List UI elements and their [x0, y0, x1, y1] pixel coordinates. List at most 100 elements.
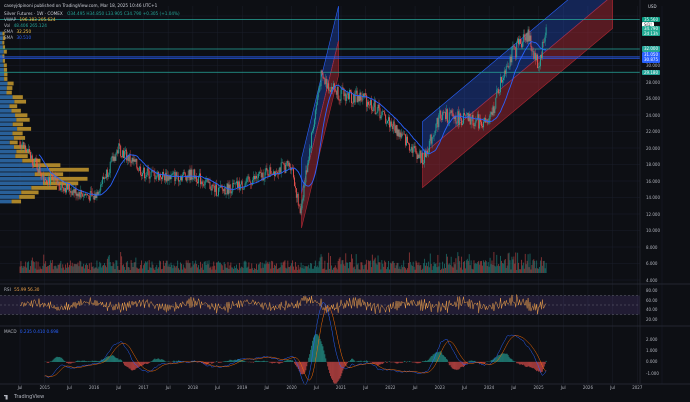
- volume-bar: [242, 268, 244, 273]
- macd-histogram-bar: [250, 361, 252, 363]
- candle-body: [95, 193, 97, 198]
- volume-bar: [215, 269, 217, 273]
- volume-bar: [307, 266, 309, 273]
- currency-label[interactable]: USD: [648, 4, 657, 9]
- macd-histogram-bar: [158, 358, 160, 363]
- candle-body: [213, 185, 215, 187]
- volume-bar: [466, 258, 468, 273]
- volume-bar: [110, 266, 112, 273]
- candle-body: [57, 181, 59, 184]
- macd-histogram-bar: [134, 361, 136, 370]
- candle-body: [120, 145, 122, 157]
- macd-histogram-bar: [143, 361, 144, 365]
- volume-bar: [245, 261, 247, 273]
- macd-histogram-bar: [320, 341, 322, 363]
- volume-bar: [29, 266, 31, 273]
- volume-bar: [400, 269, 402, 273]
- volume-bar: [131, 262, 133, 273]
- volume-bar: [55, 266, 57, 273]
- volume-bar: [480, 261, 482, 273]
- candle-body: [29, 151, 31, 159]
- candle-body: [339, 99, 341, 101]
- volume-bar: [145, 262, 147, 273]
- volume-bar: [529, 253, 531, 273]
- volume-bar: [370, 267, 372, 273]
- candle-body: [405, 134, 407, 146]
- volume-bar: [210, 266, 212, 273]
- candle-body: [83, 195, 85, 197]
- macd-histogram-bar: [176, 360, 178, 363]
- volume-bar: [362, 265, 364, 273]
- volume-bar: [226, 267, 228, 273]
- volume-bar: [65, 264, 67, 273]
- tradingview-watermark[interactable]: TradingView: [4, 394, 44, 400]
- chart-canvas[interactable]: [0, 0, 690, 402]
- candle-body: [217, 195, 218, 196]
- volume-bar: [95, 267, 97, 273]
- volume-bar: [290, 265, 292, 273]
- candle-body: [97, 191, 99, 195]
- volume-bar: [239, 268, 241, 273]
- volume-bar: [447, 264, 449, 273]
- macd-histogram-bar: [129, 361, 131, 369]
- macd-histogram-bar: [79, 360, 81, 363]
- candle-body: [383, 110, 385, 112]
- volume-bar: [156, 264, 158, 273]
- rsi-legend[interactable]: RSI 55.99 56.30: [4, 287, 39, 293]
- volume-bar: [31, 257, 33, 273]
- candle-body: [376, 111, 378, 114]
- volume-bar: [389, 262, 391, 273]
- volume-bar: [324, 260, 326, 273]
- candle-body: [247, 176, 249, 178]
- profile-bar-sell: [14, 99, 27, 104]
- macd-label: MACD: [4, 329, 17, 334]
- tradingview-chart[interactable]: { "window": { "title_text": "caseyjdpino…: [0, 0, 690, 402]
- candle-body: [421, 152, 423, 163]
- volume-bar: [490, 264, 492, 273]
- candle-body: [135, 158, 137, 162]
- candle-body: [400, 132, 402, 138]
- volume-bar: [232, 267, 234, 273]
- candle-body: [303, 185, 305, 198]
- macd-histogram-bar: [322, 346, 324, 363]
- price-tick: 4.000: [646, 277, 658, 283]
- volume-bar: [80, 261, 82, 273]
- macd-histogram-bar: [509, 358, 511, 363]
- macd-histogram-bar: [468, 360, 470, 363]
- macd-histogram-bar: [77, 360, 79, 363]
- macd-histogram-bar: [360, 360, 362, 363]
- volume-bar: [39, 266, 41, 273]
- volume-bar: [322, 269, 324, 273]
- candle-body: [348, 93, 350, 100]
- macd-histogram-bar: [210, 361, 212, 363]
- volume-bar: [22, 267, 24, 273]
- macd-histogram-bar: [535, 361, 537, 371]
- candle-body: [315, 104, 317, 111]
- macd-histogram-bar: [501, 353, 503, 363]
- legend-sma-2[interactable]: SMA 30.510: [4, 35, 31, 41]
- macd-histogram-bar: [75, 361, 77, 363]
- macd-histogram-bar: [304, 361, 306, 373]
- volume-bar: [350, 254, 352, 273]
- macd-histogram-bar: [331, 361, 332, 379]
- macd-histogram-bar: [253, 361, 255, 363]
- candle-body: [201, 181, 203, 185]
- volume-bar: [161, 269, 162, 273]
- macd-histogram-bar: [216, 361, 218, 363]
- macd-histogram-bar: [280, 361, 282, 363]
- profile-bar-buy: [0, 58, 3, 63]
- macd-histogram-bar: [420, 361, 422, 363]
- macd-legend[interactable]: MACD 0.235 0.410 0.698: [4, 329, 59, 335]
- volume-bar: [200, 267, 202, 273]
- volume-bar: [32, 261, 34, 273]
- profile-bar-sell: [3, 67, 8, 72]
- candle-body: [289, 162, 291, 168]
- candle-body: [340, 89, 342, 101]
- rsi-tick: 60.00: [646, 297, 658, 303]
- macd-histogram-bar: [48, 361, 49, 363]
- candle-body: [428, 140, 430, 153]
- macd-histogram-bar: [74, 361, 76, 363]
- volume-bar: [254, 268, 256, 273]
- candle-body: [36, 161, 38, 170]
- candle-body: [56, 178, 58, 184]
